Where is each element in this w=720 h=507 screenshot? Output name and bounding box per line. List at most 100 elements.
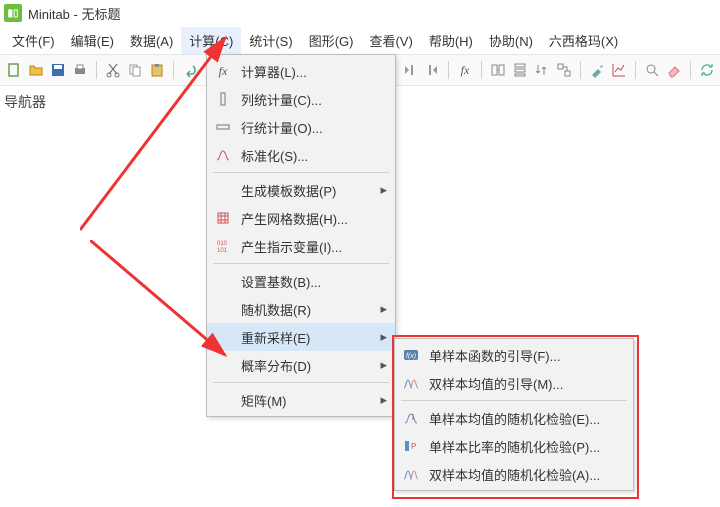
menu-col-stats[interactable]: 列统计量(C)... — [207, 85, 395, 113]
blank-icon — [213, 271, 233, 291]
menu-item-label: 计算器(L)... — [241, 62, 387, 81]
menu-stat[interactable]: 统计(S) — [241, 27, 300, 54]
subset-icon[interactable] — [488, 60, 508, 80]
navigator-pane-label: 导航器 — [4, 92, 46, 112]
menu-set-base[interactable]: 设置基数(B)... — [207, 267, 395, 295]
calc-dropdown: fx 计算器(L)... 列统计量(C)... 行统计量(O)... 标准化(S… — [206, 54, 396, 417]
menu-item-label: 产生网格数据(H)... — [241, 209, 387, 228]
grid-icon — [213, 208, 233, 228]
new-icon[interactable] — [4, 60, 24, 80]
toolbar-separator — [635, 61, 636, 79]
toolbar-separator — [96, 61, 97, 79]
menu-file[interactable]: 文件(F) — [4, 27, 63, 54]
menu-resample[interactable]: 重新采样(E) ▸ — [207, 323, 395, 351]
previous-icon[interactable] — [400, 60, 420, 80]
menu-item-label: 生成模板数据(P) — [241, 181, 379, 200]
chevron-right-icon: ▸ — [379, 301, 387, 317]
column-icon — [213, 89, 233, 109]
submenu-bootstrap-function[interactable]: f(x) 单样本函数的引导(F)... — [395, 341, 633, 369]
menu-random-data[interactable]: 随机数据(R) ▸ — [207, 295, 395, 323]
save-icon[interactable] — [48, 60, 68, 80]
chevron-right-icon: ▸ — [379, 329, 387, 345]
menu-item-label: 单样本函数的引导(F)... — [429, 346, 625, 365]
open-icon[interactable] — [26, 60, 46, 80]
menu-separator — [213, 263, 389, 264]
row-icon — [213, 117, 233, 137]
submenu-bootstrap-2mean[interactable]: 双样本均值的引导(M)... — [395, 369, 633, 397]
paste-icon[interactable] — [147, 60, 167, 80]
svg-text:P: P — [411, 442, 416, 451]
tool-icon[interactable] — [587, 60, 607, 80]
stack-icon[interactable] — [510, 60, 530, 80]
menu-standardize[interactable]: 标准化(S)... — [207, 141, 395, 169]
title-bar: ▮▯ Minitab - 无标题 — [0, 0, 720, 26]
copy-icon[interactable] — [125, 60, 145, 80]
menu-item-label: 双样本均值的随机化检验(A)... — [429, 465, 625, 484]
transpose-icon[interactable] — [554, 60, 574, 80]
fx-icon[interactable]: fx — [455, 60, 475, 80]
blank-icon — [213, 180, 233, 200]
menu-help[interactable]: 帮助(H) — [421, 27, 481, 54]
menu-data[interactable]: 数据(A) — [122, 27, 181, 54]
menu-prob-dist[interactable]: 概率分布(D) ▸ — [207, 351, 395, 379]
menu-calc[interactable]: 计算(C) — [181, 27, 241, 54]
menu-separator — [401, 400, 627, 401]
menu-assist[interactable]: 协助(N) — [481, 27, 541, 54]
zoom-icon[interactable] — [642, 60, 662, 80]
menu-make-mesh[interactable]: 产生网格数据(H)... — [207, 204, 395, 232]
undo-icon[interactable] — [180, 60, 200, 80]
fx-badge-icon: f(x) — [401, 345, 421, 365]
next-icon[interactable] — [422, 60, 442, 80]
print-icon[interactable] — [70, 60, 90, 80]
toolbar-separator — [481, 61, 482, 79]
menu-separator — [213, 172, 389, 173]
menu-separator — [213, 382, 389, 383]
toolbar-separator — [448, 61, 449, 79]
erase-icon[interactable] — [664, 60, 684, 80]
menu-make-indicator[interactable]: 010101 产生指示变量(I)... — [207, 232, 395, 260]
menu-bar: 文件(F) 编辑(E) 数据(A) 计算(C) 统计(S) 图形(G) 查看(V… — [0, 26, 720, 55]
menu-item-label: 概率分布(D) — [241, 356, 379, 375]
menu-item-label: 双样本均值的引导(M)... — [429, 374, 625, 393]
window-title: Minitab - 无标题 — [28, 4, 120, 23]
blank-icon — [213, 299, 233, 319]
menu-matrices[interactable]: 矩阵(M) ▸ — [207, 386, 395, 414]
refresh-icon[interactable] — [697, 60, 717, 80]
toolbar-separator — [173, 61, 174, 79]
fx-icon: fx — [213, 61, 233, 81]
chevron-right-icon: ▸ — [379, 357, 387, 373]
menu-item-label: 列统计量(C)... — [241, 90, 387, 109]
svg-text:010: 010 — [217, 241, 228, 247]
two-curves-icon — [401, 464, 421, 484]
proportion-icon: P — [401, 436, 421, 456]
blank-icon — [213, 355, 233, 375]
svg-text:101: 101 — [217, 248, 228, 254]
submenu-rand-1mean[interactable]: 单样本均值的随机化检验(E)... — [395, 404, 633, 432]
resample-submenu: f(x) 单样本函数的引导(F)... 双样本均值的引导(M)... 单样本均值… — [394, 338, 634, 491]
bell-curve-icon — [213, 145, 233, 165]
menu-row-stats[interactable]: 行统计量(O)... — [207, 113, 395, 141]
toolbar-separator — [690, 61, 691, 79]
app-icon: ▮▯ — [4, 4, 22, 22]
menu-make-patterned[interactable]: 生成模板数据(P) ▸ — [207, 176, 395, 204]
menu-item-label: 产生指示变量(I)... — [241, 237, 387, 256]
submenu-rand-1prop[interactable]: P 单样本比率的随机化检验(P)... — [395, 432, 633, 460]
menu-item-label: 单样本比率的随机化检验(P)... — [429, 437, 625, 456]
sort-icon[interactable] — [532, 60, 552, 80]
menu-graph[interactable]: 图形(G) — [301, 27, 362, 54]
submenu-rand-2mean[interactable]: 双样本均值的随机化检验(A)... — [395, 460, 633, 488]
menu-item-label: 重新采样(E) — [241, 328, 379, 347]
menu-item-label: 设置基数(B)... — [241, 272, 387, 291]
cut-icon[interactable] — [103, 60, 123, 80]
chevron-right-icon: ▸ — [379, 182, 387, 198]
menu-sixsigma[interactable]: 六西格玛(X) — [541, 27, 626, 54]
two-curves-icon — [401, 373, 421, 393]
binary-icon: 010101 — [213, 236, 233, 256]
chart-icon[interactable] — [609, 60, 629, 80]
curve-mark-icon — [401, 408, 421, 428]
menu-view[interactable]: 查看(V) — [361, 27, 420, 54]
menu-item-label: 标准化(S)... — [241, 146, 387, 165]
menu-item-label: 矩阵(M) — [241, 391, 379, 410]
menu-calculator[interactable]: fx 计算器(L)... — [207, 57, 395, 85]
menu-edit[interactable]: 编辑(E) — [63, 27, 122, 54]
